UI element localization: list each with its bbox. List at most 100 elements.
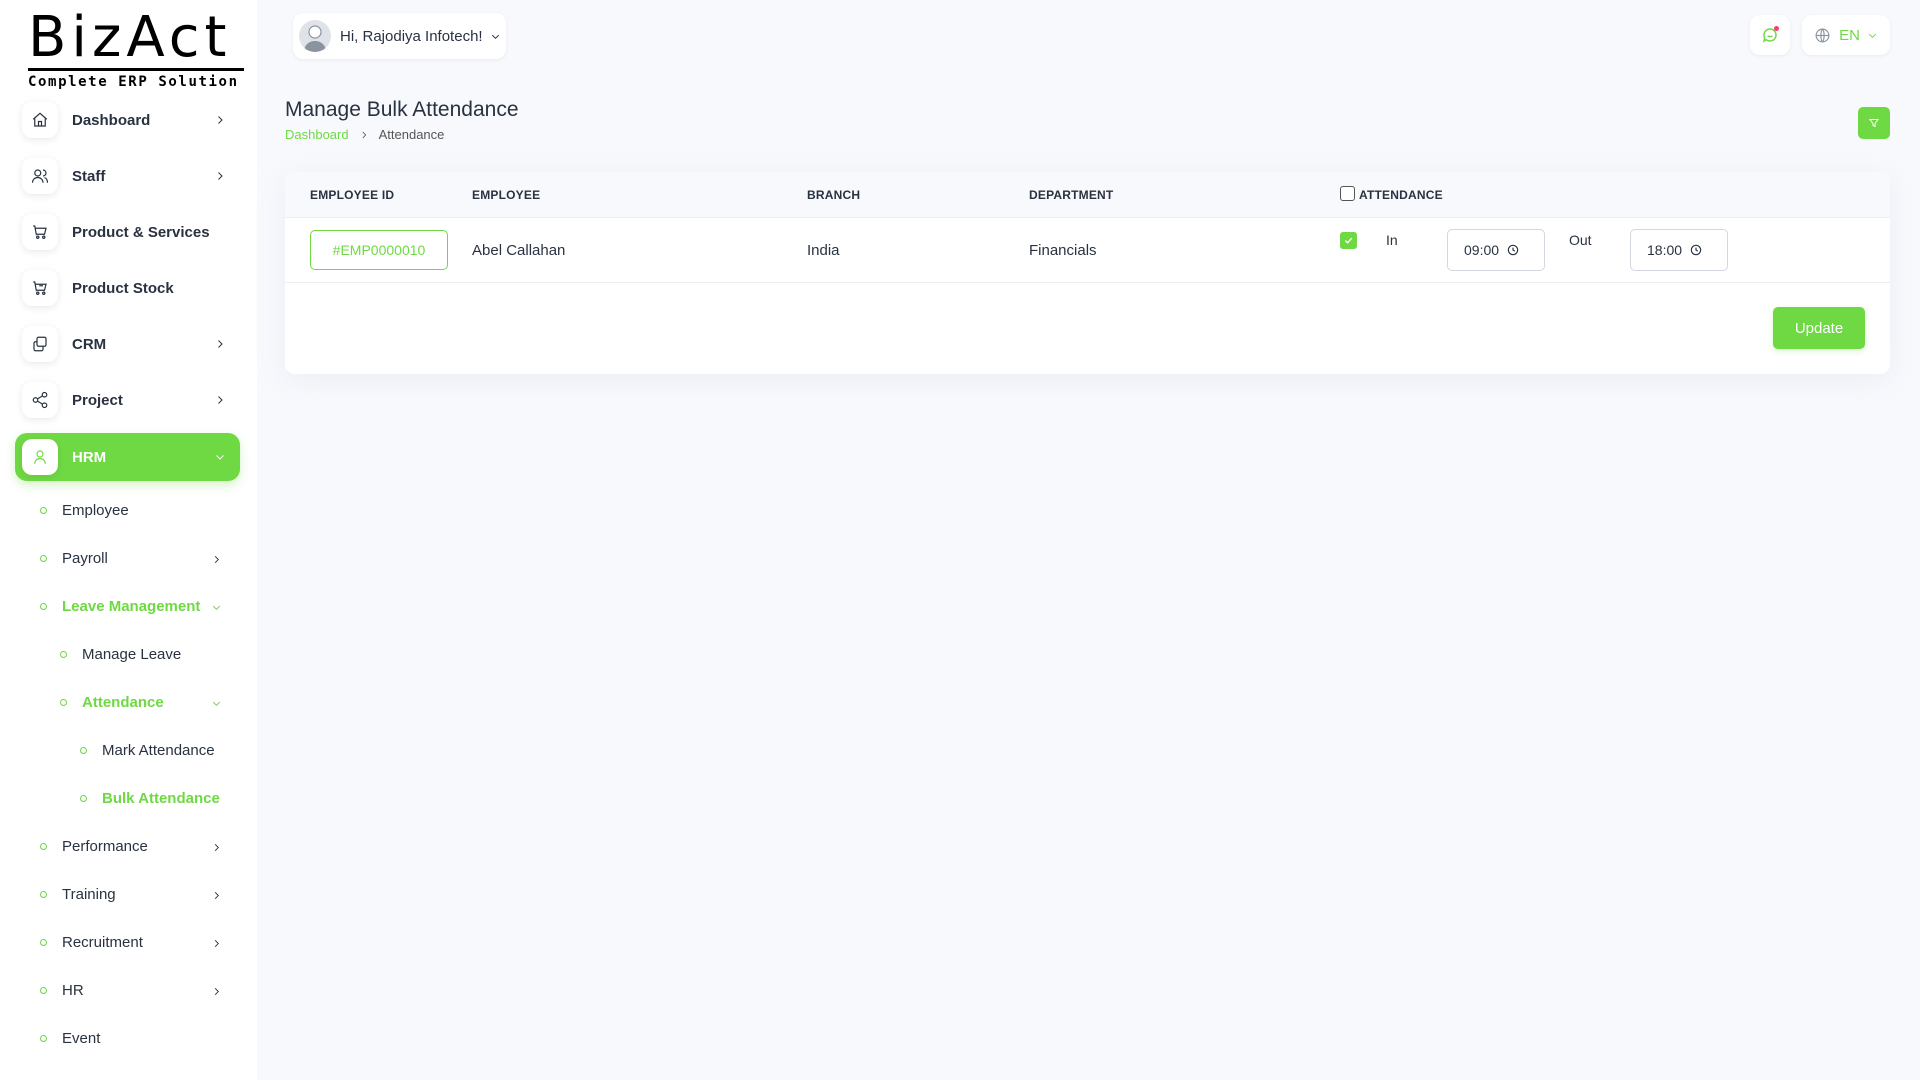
sidebar-subitem-mark-attendance[interactable]: Mark Attendance <box>80 732 215 768</box>
user-menu-button[interactable]: Hi, Rajodiya Infotech! <box>293 13 506 59</box>
chevron-down-icon <box>212 449 228 465</box>
chevron-down-icon <box>210 697 222 709</box>
clock-icon <box>1690 244 1702 256</box>
sidebar-subitem-label: Training <box>62 885 116 903</box>
sidebar-subitem-recruitment[interactable]: Recruitment <box>40 924 225 960</box>
page-title: Manage Bulk Attendance <box>285 98 519 121</box>
sidebar-item-hrm[interactable]: HRM <box>15 433 240 481</box>
language-label: EN <box>1839 26 1860 44</box>
chevron-right-icon <box>359 130 369 140</box>
sidebar-item-label: Product Stock <box>72 279 174 297</box>
chevron-right-icon <box>212 168 228 184</box>
language-selector[interactable]: EN <box>1802 15 1890 55</box>
sidebar-subitem-payroll[interactable]: Payroll <box>40 540 225 576</box>
bullet-icon <box>40 986 47 994</box>
filter-button[interactable] <box>1858 107 1890 139</box>
sidebar-item-label: Dashboard <box>72 111 151 129</box>
bullet-icon <box>40 554 47 562</box>
chat-icon <box>1761 26 1779 44</box>
sidebar-item-project[interactable]: Project <box>15 376 240 424</box>
brand-logo[interactable]: BizAct Complete ERP Solution <box>28 5 244 90</box>
sidebar-subitem-bulk-attendance[interactable]: Bulk Attendance <box>80 780 220 816</box>
sidebar-item-label: CRM <box>72 335 107 353</box>
cart-icon <box>22 214 58 250</box>
sidebar-subitem-label: Bulk Attendance <box>102 789 220 807</box>
clock-icon <box>1507 244 1519 256</box>
sidebar-subitem-attendance[interactable]: Attendance <box>60 684 225 720</box>
sidebar-item-label: Project <box>72 391 123 409</box>
chevron-right-icon <box>210 985 222 997</box>
bullet-icon <box>60 650 67 658</box>
sidebar: BizAct Complete ERP Solution Dashboard S… <box>0 0 257 1080</box>
logo-tagline: Complete ERP Solution <box>28 74 239 90</box>
sidebar-subitem-event[interactable]: Event <box>40 1020 100 1056</box>
sidebar-item-staff[interactable]: Staff <box>15 152 240 200</box>
breadcrumb-dashboard-link[interactable]: Dashboard <box>285 127 349 142</box>
users-icon <box>22 158 58 194</box>
cart-stock-icon <box>22 270 58 306</box>
column-header-branch: BRANCH <box>807 188 861 202</box>
chevron-right-icon <box>212 112 228 128</box>
sidebar-subitem-hr[interactable]: HR <box>40 972 225 1008</box>
chevron-right-icon <box>210 937 222 949</box>
sidebar-subitem-employee[interactable]: Employee <box>40 492 129 528</box>
bullet-icon <box>80 794 87 802</box>
sidebar-item-product-services[interactable]: Product & Services <box>15 208 240 256</box>
clock-out-time-input[interactable]: 18:00 <box>1630 229 1728 271</box>
chevron-right-icon <box>210 841 222 853</box>
update-button[interactable]: Update <box>1773 307 1865 349</box>
sidebar-subitem-performance[interactable]: Performance <box>40 828 225 864</box>
column-header-attendance: ATTENDANCE <box>1359 188 1443 202</box>
sidebar-subitem-training[interactable]: Training <box>40 876 225 912</box>
sidebar-subitem-label: Employee <box>62 501 129 519</box>
sidebar-subitem-leave-management[interactable]: Leave Management <box>40 588 225 624</box>
column-header-employee: EMPLOYEE <box>472 188 541 202</box>
layers-icon <box>22 326 58 362</box>
bullet-icon <box>40 506 47 514</box>
sidebar-subitem-manage-leave[interactable]: Manage Leave <box>60 636 181 672</box>
sidebar-subitem-label: HR <box>62 981 84 999</box>
bullet-icon <box>40 890 47 898</box>
clock-in-time-value: 09:00 <box>1464 242 1500 258</box>
sidebar-subitem-label: Leave Management <box>62 597 201 615</box>
sidebar-item-label: Product & Services <box>72 223 210 241</box>
breadcrumb-current: Attendance <box>378 127 445 142</box>
chevron-down-icon <box>490 31 501 42</box>
select-all-attendance-checkbox[interactable] <box>1340 186 1355 201</box>
sidebar-item-label: HRM <box>72 448 107 466</box>
sidebar-item-label: Staff <box>72 167 106 185</box>
bullet-icon <box>40 1034 47 1042</box>
sidebar-item-crm[interactable]: CRM <box>15 320 240 368</box>
globe-icon <box>1814 27 1831 44</box>
sidebar-subitem-label: Mark Attendance <box>102 741 215 759</box>
chevron-right-icon <box>212 392 228 408</box>
in-label: In <box>1386 232 1398 248</box>
sidebar-subitem-label: Payroll <box>62 549 108 567</box>
filter-icon <box>1868 117 1880 129</box>
chevron-right-icon <box>210 889 222 901</box>
employee-id-link[interactable]: #EMP0000010 <box>310 230 448 270</box>
clock-in-time-input[interactable]: 09:00 <box>1447 229 1545 271</box>
chevron-right-icon <box>210 553 222 565</box>
out-label: Out <box>1569 232 1592 248</box>
attendance-checkbox[interactable] <box>1340 232 1357 249</box>
sidebar-subitem-label: Attendance <box>82 693 164 711</box>
sidebar-subitem-label: Event <box>62 1029 101 1047</box>
share-icon <box>22 382 58 418</box>
sidebar-subitem-label: Recruitment <box>62 933 143 951</box>
sidebar-subitem-label: Manage Leave <box>82 645 182 663</box>
chevron-right-icon <box>212 336 228 352</box>
employee-branch: India <box>807 242 840 259</box>
check-icon <box>1344 237 1353 244</box>
user-icon <box>22 439 58 475</box>
user-greeting: Hi, Rajodiya Infotech! <box>340 27 483 45</box>
bullet-icon <box>80 746 87 754</box>
sidebar-item-dashboard[interactable]: Dashboard <box>15 96 240 144</box>
notification-dot <box>1774 26 1779 31</box>
messenger-button[interactable] <box>1750 15 1790 55</box>
avatar <box>299 20 331 52</box>
employee-department: Financials <box>1029 242 1097 259</box>
logo-text: BizAct <box>28 5 232 70</box>
sidebar-item-product-stock[interactable]: Product Stock <box>15 264 240 312</box>
bullet-icon <box>40 938 47 946</box>
